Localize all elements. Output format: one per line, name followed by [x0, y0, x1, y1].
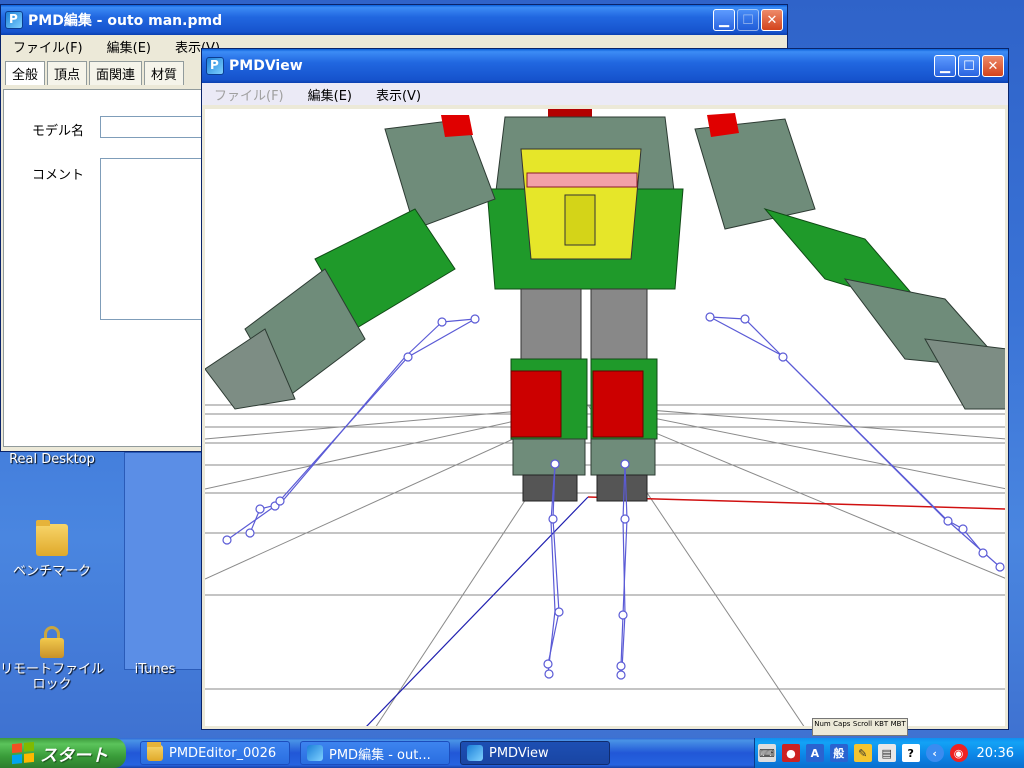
taskbar-item-pmdview[interactable]: PMDView — [460, 741, 610, 765]
taskbar-item-pmd-editor[interactable]: PMD編集 - out... — [300, 741, 450, 765]
x-axis — [587, 496, 1005, 510]
tab-face[interactable]: 面関連 — [89, 61, 143, 85]
task-label: PMDEditor_0026 — [169, 745, 277, 761]
tab-general[interactable]: 全般 — [5, 61, 46, 85]
kbt-indicator: KBT — [874, 720, 889, 728]
minimize-button[interactable]: ▁ — [713, 9, 735, 31]
maximize-icon: ☐ — [742, 12, 754, 28]
tab-vertex[interactable]: 頂点 — [47, 61, 88, 85]
editor-titlebar[interactable]: PMD編集 - outo man.pmd ▁ ☐ ✕ — [1, 5, 787, 35]
task-label: PMD編集 - out... — [329, 747, 431, 763]
desktop-icon-real-desktop[interactable]: Real Desktop — [2, 452, 102, 467]
desktop-icon-label: Real Desktop — [9, 452, 95, 467]
ime-label-icon[interactable]: 般 — [829, 744, 848, 762]
comment-field[interactable] — [100, 158, 210, 320]
3d-viewport[interactable] — [205, 109, 1005, 726]
taskbar-item-pmdeditor-folder[interactable]: PMDEditor_0026 — [140, 741, 290, 765]
view-menubar: ファイル(F) 編集(E) 表示(V) — [202, 83, 1008, 105]
minimize-icon: ▁ — [940, 58, 950, 74]
toolbox-icon[interactable]: ▤ — [877, 744, 896, 762]
tab-material[interactable]: 材質 — [144, 61, 185, 85]
help-icon[interactable]: ? — [901, 744, 920, 762]
window-title: PMDView — [229, 58, 303, 74]
app-icon — [467, 745, 483, 761]
close-icon: ✕ — [987, 58, 999, 74]
task-label: PMDView — [489, 745, 549, 761]
maximize-button[interactable]: ☐ — [958, 55, 980, 77]
desktop-icon-benchmark[interactable]: ベンチマーク — [2, 520, 102, 579]
scroll-lock-indicator: Scroll — [852, 720, 873, 728]
menu-edit[interactable]: 編集(E) — [296, 85, 364, 104]
windows-logo-icon — [12, 741, 34, 765]
ime-mode-icon[interactable]: A — [805, 744, 824, 762]
pmdview-window: PMDView ▁ ☐ ✕ ファイル(F) 編集(E) 表示(V) — [201, 48, 1009, 730]
clock: 20:36 — [976, 745, 1014, 761]
start-button[interactable]: スタート — [0, 738, 126, 768]
app-icon — [307, 745, 323, 761]
folder-icon — [36, 520, 68, 556]
minimize-button[interactable]: ▁ — [934, 55, 956, 77]
background-window-edge — [124, 452, 204, 670]
robot-model — [205, 109, 1005, 502]
num-lock-indicator: Num — [814, 720, 831, 728]
folder-icon — [147, 742, 163, 761]
ime-tool-icon[interactable]: ✎ — [853, 744, 872, 762]
security-icon[interactable]: ◉ — [949, 744, 968, 762]
close-button[interactable]: ✕ — [761, 9, 783, 31]
maximize-icon: ☐ — [963, 58, 975, 74]
desktop-icon-label: リモートファイルロック — [0, 662, 105, 692]
close-button[interactable]: ✕ — [982, 55, 1004, 77]
menu-edit[interactable]: 編集(E) — [95, 37, 163, 56]
menu-file[interactable]: ファイル(F) — [1, 37, 95, 56]
chevron-left-icon[interactable]: ‹ — [925, 744, 944, 762]
caps-lock-indicator: Caps — [833, 720, 851, 728]
model-name-label: モデル名 — [32, 124, 85, 139]
app-icon — [206, 57, 224, 75]
desktop-icon-itunes[interactable]: iTunes — [110, 662, 200, 677]
system-tray: ⌨ ● A 般 ✎ ▤ ? ‹ ◉ 20:36 — [754, 738, 1024, 768]
desktop-icon-label: iTunes — [134, 662, 176, 677]
model-name-field[interactable] — [100, 116, 210, 138]
keyboard-icon[interactable]: ⌨ — [757, 744, 776, 762]
comment-label: コメント — [32, 168, 85, 183]
network-icon[interactable]: ● — [781, 744, 800, 762]
window-title: PMD編集 - outo man.pmd — [28, 13, 223, 29]
lock-icon — [36, 626, 68, 658]
keyboard-indicator: Num Caps Scroll KBT MBT — [812, 718, 908, 736]
menu-view[interactable]: 表示(V) — [364, 85, 433, 104]
mbt-indicator: MBT — [890, 720, 906, 728]
desktop-icon-label: ベンチマーク — [12, 564, 91, 579]
taskbar: スタート PMDEditor_0026 PMD編集 - out... PMDVi… — [0, 738, 1024, 768]
app-icon — [5, 11, 23, 29]
start-label: スタート — [40, 745, 108, 766]
menu-file[interactable]: ファイル(F) — [202, 85, 296, 104]
model-render — [205, 109, 1005, 726]
view-titlebar[interactable]: PMDView ▁ ☐ ✕ — [202, 49, 1008, 83]
minimize-icon: ▁ — [719, 12, 729, 28]
maximize-button[interactable]: ☐ — [737, 9, 759, 31]
close-icon: ✕ — [766, 12, 778, 28]
desktop-icon-remote-file-lock[interactable]: リモートファイルロック — [0, 626, 104, 692]
